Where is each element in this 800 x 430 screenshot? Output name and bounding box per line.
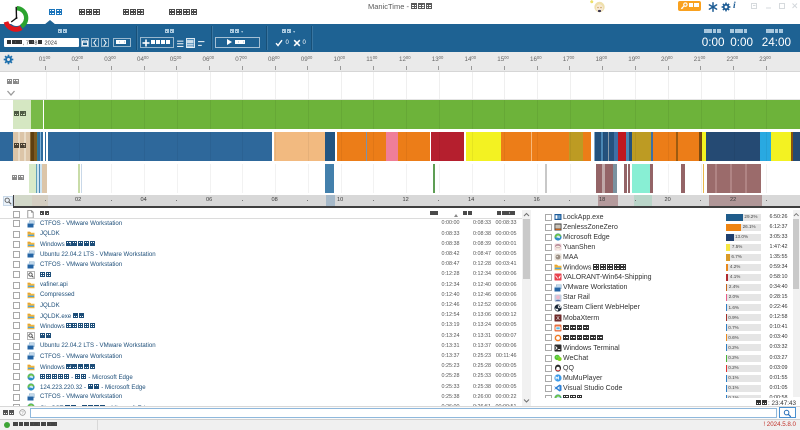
svg-text:X: X bbox=[556, 316, 560, 322]
svg-text:?: ? bbox=[21, 410, 24, 415]
